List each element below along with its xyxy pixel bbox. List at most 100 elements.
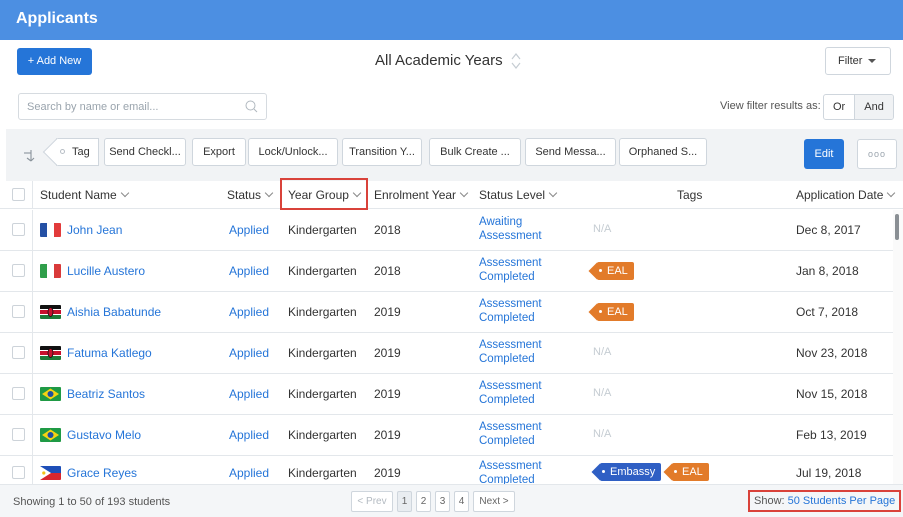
filter-mode-toggle[interactable]: Or And — [823, 94, 894, 120]
student-name-link[interactable]: John Jean — [67, 223, 122, 237]
student-name-link[interactable]: Fatuma Katlego — [67, 346, 152, 360]
per-page-selector[interactable]: Show: 50 Students Per Page — [748, 490, 902, 512]
search-box[interactable] — [18, 93, 267, 120]
search-icon[interactable] — [245, 100, 258, 116]
column-student-name[interactable]: Student Name — [40, 181, 129, 209]
table-row[interactable]: Beatriz Santos Applied Kindergarten 2019… — [0, 374, 893, 415]
table-row[interactable]: Gustavo Melo Applied Kindergarten 2019 A… — [0, 415, 893, 456]
transition-year-button[interactable]: Transition Y... — [342, 138, 422, 166]
scrollbar-thumb[interactable] — [895, 214, 899, 240]
enrolment-year-value: 2019 — [374, 428, 401, 442]
student-name-link[interactable]: Lucille Austero — [67, 264, 145, 278]
row-checkbox[interactable] — [12, 346, 25, 359]
send-message-button[interactable]: Send Messa... — [525, 138, 616, 166]
student-name-link[interactable]: Beatriz Santos — [67, 387, 145, 401]
table-row[interactable]: Fatuma Katlego Applied Kindergarten 2019… — [0, 333, 893, 374]
row-checkbox[interactable] — [12, 305, 25, 318]
year-group-value: Kindergarten — [288, 223, 357, 237]
tag-label: EAL — [607, 265, 628, 277]
student-name-link[interactable]: Gustavo Melo — [67, 428, 141, 442]
table-row[interactable]: John Jean Applied Kindergarten 2018 Awai… — [0, 210, 893, 251]
edit-button[interactable]: Edit — [804, 139, 844, 169]
status-link[interactable]: Applied — [229, 428, 269, 442]
status-level-link[interactable]: Assessment Completed — [479, 338, 559, 366]
table-row[interactable]: Grace Reyes Applied Kindergarten 2019 As… — [0, 456, 893, 484]
filter-button[interactable]: Filter — [825, 47, 891, 75]
year-group-value: Kindergarten — [288, 428, 357, 442]
tag-button-label: Tag — [72, 146, 90, 158]
embassy-tag[interactable]: Embassy — [600, 463, 662, 481]
status-level-link[interactable]: Assessment Completed — [479, 379, 559, 407]
status-level-line-2: Completed — [479, 435, 535, 447]
page-1-button[interactable]: 1 — [397, 491, 412, 512]
return-arrow-icon[interactable] — [22, 149, 36, 166]
year-group-value: Kindergarten — [288, 305, 357, 319]
status-level-line-2: Completed — [479, 353, 535, 365]
enrolment-year-value: 2018 — [374, 223, 401, 237]
chevron-down-icon — [887, 188, 896, 198]
lock-unlock-button[interactable]: Lock/Unlock... — [248, 138, 338, 166]
status-level-line-2: Completed — [479, 394, 535, 406]
bulk-create-button[interactable]: Bulk Create ... — [429, 138, 521, 166]
chevron-down-icon — [264, 188, 274, 198]
filter-mode-or[interactable]: Or — [824, 95, 854, 119]
table-row[interactable]: Aishia Babatunde Applied Kindergarten 20… — [0, 292, 893, 333]
tag-button[interactable]: Tag — [56, 138, 99, 166]
export-button[interactable]: Export — [192, 138, 246, 166]
status-level-line-2: Assessment — [479, 230, 542, 242]
more-options-button[interactable]: ooo — [857, 139, 897, 169]
column-application-date[interactable]: Application Date — [796, 181, 896, 209]
per-page-value: 50 Students Per Page — [787, 495, 896, 507]
row-checkbox[interactable] — [12, 264, 25, 277]
results-count: Showing 1 to 50 of 193 students — [13, 496, 171, 508]
status-level-link[interactable]: Assessment Completed — [479, 297, 559, 325]
application-date-value: Nov 15, 2018 — [796, 387, 868, 401]
tag-label: Embassy — [610, 466, 656, 478]
top-bar: Applicants — [0, 0, 903, 40]
orphaned-students-button[interactable]: Orphaned S... — [619, 138, 707, 166]
student-name-link[interactable]: Aishia Babatunde — [67, 305, 161, 319]
status-link[interactable]: Applied — [229, 466, 269, 480]
status-link[interactable]: Applied — [229, 387, 269, 401]
search-input[interactable] — [27, 99, 227, 115]
add-new-button[interactable]: + Add New — [17, 48, 92, 75]
row-checkbox[interactable] — [12, 223, 25, 236]
filter-mode-and[interactable]: And — [854, 95, 893, 119]
page-2-button[interactable]: 2 — [416, 491, 431, 512]
per-page-label: Show: — [754, 495, 785, 507]
row-checkbox[interactable] — [12, 387, 25, 400]
eal-tag[interactable]: EAL — [672, 463, 709, 481]
status-level-link[interactable]: Assessment Completed — [479, 459, 559, 484]
column-status[interactable]: Status — [227, 181, 274, 209]
row-checkbox[interactable] — [12, 428, 25, 441]
year-group-value: Kindergarten — [288, 264, 357, 278]
kenya-flag-icon — [40, 305, 61, 319]
column-status-level[interactable]: Status Level — [479, 181, 558, 209]
status-level-link[interactable]: Assessment Completed — [479, 420, 559, 448]
status-link[interactable]: Applied — [229, 346, 269, 360]
eal-tag[interactable]: EAL — [597, 262, 634, 280]
year-group-value: Kindergarten — [288, 346, 357, 360]
next-page-button[interactable]: Next > — [473, 491, 515, 512]
column-tags: Tags — [677, 188, 703, 202]
status-level-link[interactable]: Assessment Completed — [479, 256, 559, 284]
tags-empty: N/A — [593, 387, 612, 399]
view-filter-label: View filter results as: — [720, 100, 821, 112]
status-level-link[interactable]: Awaiting Assessment — [479, 215, 559, 243]
status-link[interactable]: Applied — [229, 305, 269, 319]
eal-tag[interactable]: EAL — [597, 303, 634, 321]
tag-label: EAL — [682, 466, 703, 478]
table-row[interactable]: Lucille Austero Applied Kindergarten 201… — [0, 251, 893, 292]
send-checklist-button[interactable]: Send Checkl... — [104, 138, 186, 166]
row-checkbox[interactable] — [12, 466, 25, 479]
column-enrolment-year[interactable]: Enrolment Year — [374, 181, 469, 209]
prev-page-button[interactable]: < Prev — [351, 491, 393, 512]
page-4-button[interactable]: 4 — [454, 491, 469, 512]
status-link[interactable]: Applied — [229, 264, 269, 278]
academic-year-selector[interactable]: All Academic Years — [375, 52, 521, 70]
student-name-link[interactable]: Grace Reyes — [67, 466, 137, 480]
select-all-checkbox[interactable] — [12, 188, 25, 201]
status-link[interactable]: Applied — [229, 223, 269, 237]
table-scrollbar[interactable] — [893, 210, 903, 490]
page-3-button[interactable]: 3 — [435, 491, 450, 512]
